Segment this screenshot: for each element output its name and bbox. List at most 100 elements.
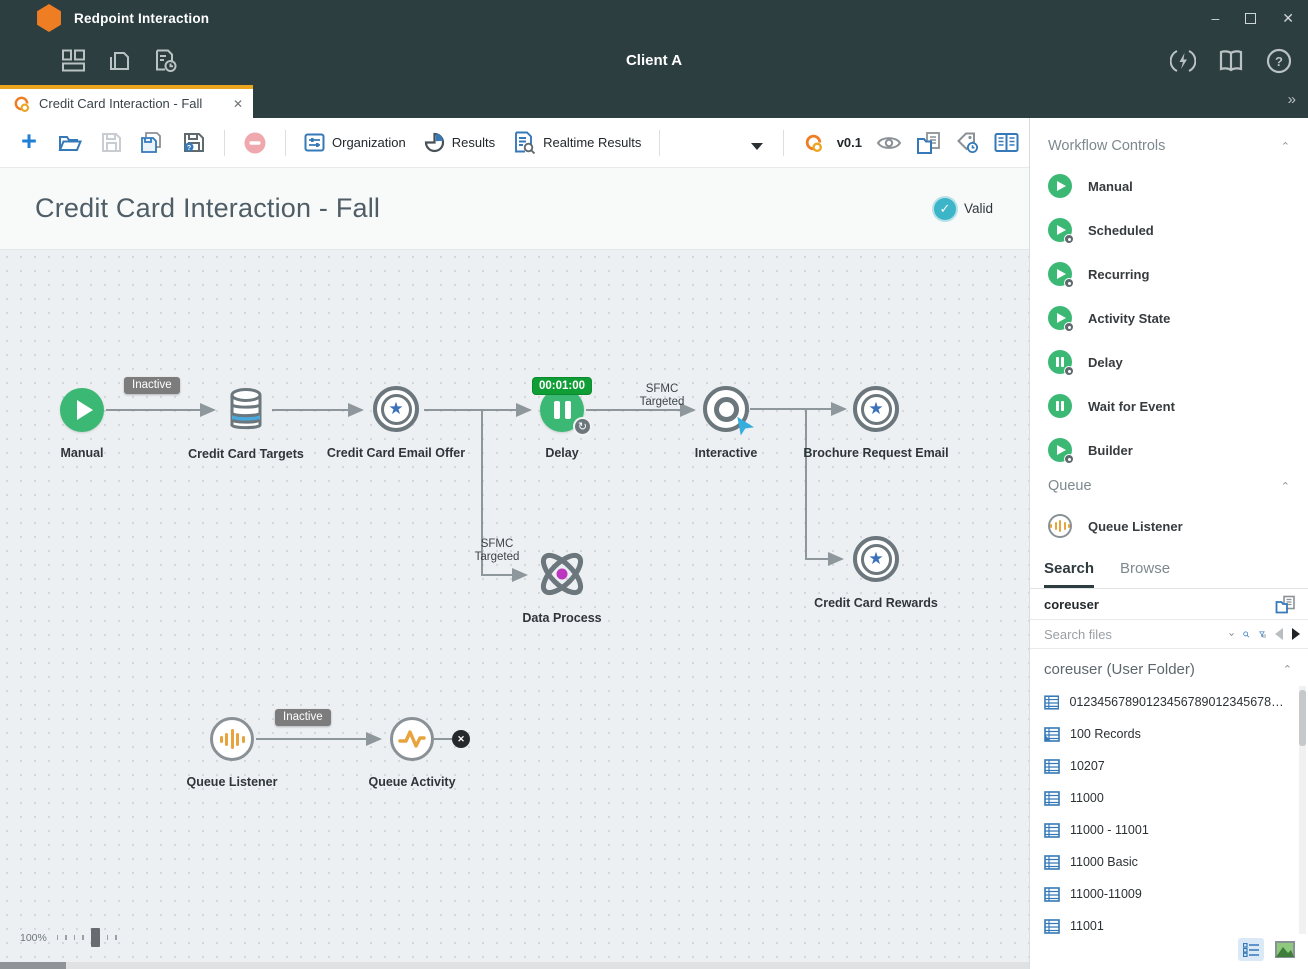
- version-label: v0.1: [837, 135, 862, 150]
- realtime-results-button[interactable]: Realtime Results: [507, 126, 647, 160]
- vertical-scrollbar[interactable]: [1299, 686, 1306, 934]
- maximize-button[interactable]: [1245, 13, 1256, 24]
- previous-result-icon[interactable]: [1275, 628, 1283, 640]
- node-manual[interactable]: Inactive Manual: [2, 388, 162, 460]
- open-folder-button[interactable]: [52, 126, 88, 160]
- tab-browse[interactable]: Browse: [1120, 560, 1170, 588]
- control-activity-state[interactable]: Activity State: [1030, 296, 1308, 340]
- node-interactive[interactable]: Interactive: [646, 386, 806, 460]
- valid-seal-icon: ✓: [934, 198, 956, 220]
- node-label: Credit Card Targets: [188, 447, 304, 461]
- pause-gear-icon: [1048, 350, 1072, 374]
- table-file-icon: [1044, 823, 1060, 838]
- vertical-scrollbar-thumb[interactable]: [1299, 690, 1306, 746]
- delay-time-badge: 00:01:00: [532, 377, 592, 395]
- workflow-controls-panel: Workflow Controls ⌃ Manual Scheduled Rec…: [1030, 118, 1308, 548]
- search-term-input[interactable]: [1044, 597, 1275, 612]
- tab-search[interactable]: Search: [1044, 560, 1094, 588]
- node-credit-card-rewards[interactable]: ★ Credit Card Rewards: [796, 536, 956, 610]
- search-icon[interactable]: [1243, 626, 1250, 643]
- app-title: Redpoint Interaction: [74, 11, 209, 26]
- titlebar: Redpoint Interaction – ✕: [0, 0, 1308, 36]
- play-plus-icon: [1048, 306, 1072, 330]
- pause-icon: 00:01:00 ↻: [540, 388, 584, 432]
- control-wait-for-event[interactable]: Wait for Event: [1030, 384, 1308, 428]
- node-label: Credit Card Rewards: [814, 596, 938, 610]
- node-credit-card-targets[interactable]: Credit Card Targets: [166, 387, 326, 461]
- save-version-button[interactable]: ?: [176, 126, 212, 160]
- offer-star-icon: ★: [373, 386, 419, 432]
- user-folder-header[interactable]: coreuser (User Folder) ⌃: [1030, 649, 1308, 686]
- control-builder[interactable]: Builder: [1030, 428, 1308, 472]
- node-queue-listener[interactable]: Inactive Queue Listener: [152, 717, 312, 789]
- organization-label: Organization: [332, 135, 406, 150]
- inactive-badge: Inactive: [275, 709, 331, 726]
- organization-button[interactable]: Organization: [298, 126, 412, 160]
- play-icon: [1048, 174, 1072, 198]
- results-label: Results: [452, 135, 495, 150]
- close-button[interactable]: ✕: [1282, 10, 1294, 27]
- copy-file-icon[interactable]: [1275, 595, 1296, 614]
- table-file-icon: [1044, 887, 1060, 902]
- node-queue-activity[interactable]: Queue Activity: [332, 717, 492, 789]
- preview-eye-icon[interactable]: [876, 134, 902, 152]
- tab-close-icon[interactable]: ✕: [233, 97, 243, 111]
- chevron-down-icon[interactable]: [1229, 630, 1234, 639]
- horizontal-scrollbar[interactable]: [0, 962, 1029, 969]
- collapse-chevron-icon[interactable]: ⌃: [1281, 480, 1290, 493]
- control-recurring[interactable]: Recurring: [1030, 252, 1308, 296]
- tab-bar: Credit Card Interaction - Fall ✕ »: [0, 85, 1308, 118]
- collapse-chevron-icon[interactable]: ⌃: [1283, 663, 1292, 676]
- control-delay[interactable]: Delay: [1030, 340, 1308, 384]
- tab-label: Credit Card Interaction - Fall: [39, 96, 202, 111]
- search-term-row: [1030, 589, 1308, 620]
- tab-overflow-icon[interactable]: »: [1288, 91, 1296, 108]
- file-item[interactable]: 11000: [1030, 782, 1308, 814]
- control-scheduled[interactable]: Scheduled: [1030, 208, 1308, 252]
- terminator-icon[interactable]: ✕: [452, 730, 470, 748]
- file-item[interactable]: 11001: [1030, 910, 1308, 934]
- file-item[interactable]: 11000 - 11001: [1030, 814, 1308, 846]
- workflow-canvas[interactable]: SFMCTargeted SFMCTargeted Inactive Manua…: [0, 250, 1029, 969]
- file-item[interactable]: 10207: [1030, 750, 1308, 782]
- file-list: 0123456789012345678901234567890... 100 R…: [1030, 686, 1308, 934]
- next-result-icon[interactable]: [1292, 628, 1300, 640]
- node-brochure-request-email[interactable]: ★ Brochure Request Email: [796, 386, 956, 460]
- library-icon[interactable]: [994, 132, 1019, 153]
- node-data-process[interactable]: Data Process: [482, 549, 642, 625]
- node-credit-card-email-offer[interactable]: ★ Credit Card Email Offer: [316, 386, 476, 460]
- toolbar-overflow-icon[interactable]: [751, 143, 763, 150]
- thumbnail-view-button[interactable]: [1272, 938, 1298, 961]
- save-copy-button[interactable]: [134, 126, 170, 160]
- app-window: Redpoint Interaction – ✕ Client A: [0, 0, 1308, 969]
- filter-icon[interactable]: [1259, 626, 1266, 643]
- file-item[interactable]: 0123456789012345678901234567890...: [1030, 686, 1308, 718]
- results-button[interactable]: Results: [418, 126, 501, 160]
- file-item[interactable]: 11000-11009: [1030, 878, 1308, 910]
- horizontal-scrollbar-thumb[interactable]: [0, 962, 66, 969]
- queue-section-header[interactable]: Queue ⌃: [1030, 472, 1308, 504]
- minimize-button[interactable]: –: [1211, 10, 1219, 26]
- node-delay[interactable]: 00:01:00 ↻ Delay: [482, 388, 642, 460]
- table-file-icon: [1044, 695, 1059, 710]
- tag-schedule-icon[interactable]: [956, 131, 980, 155]
- tab-credit-card-interaction[interactable]: Credit Card Interaction - Fall ✕: [0, 85, 253, 118]
- control-queue-listener[interactable]: Queue Listener: [1030, 504, 1308, 548]
- zoom-control[interactable]: 100%: [20, 928, 117, 947]
- interaction-icon: [13, 95, 30, 112]
- zoom-slider-handle[interactable]: [91, 928, 100, 947]
- data-process-atom-icon: [533, 549, 591, 599]
- control-manual[interactable]: Manual: [1030, 164, 1308, 208]
- add-activity-button[interactable]: +: [12, 126, 46, 160]
- search-files-input[interactable]: [1044, 627, 1220, 642]
- collapse-chevron-icon[interactable]: ⌃: [1281, 140, 1290, 153]
- redpoint-logo-icon: [36, 4, 62, 32]
- results-pie-icon: [424, 132, 445, 153]
- file-item[interactable]: 100 Records: [1030, 718, 1308, 750]
- workflow-controls-header[interactable]: Workflow Controls ⌃: [1030, 132, 1308, 164]
- details-view-button[interactable]: [1238, 938, 1264, 961]
- folder-document-icon[interactable]: [916, 131, 942, 155]
- zoom-slider[interactable]: [57, 928, 117, 947]
- svg-text:?: ?: [187, 145, 191, 152]
- file-item[interactable]: 11000 Basic: [1030, 846, 1308, 878]
